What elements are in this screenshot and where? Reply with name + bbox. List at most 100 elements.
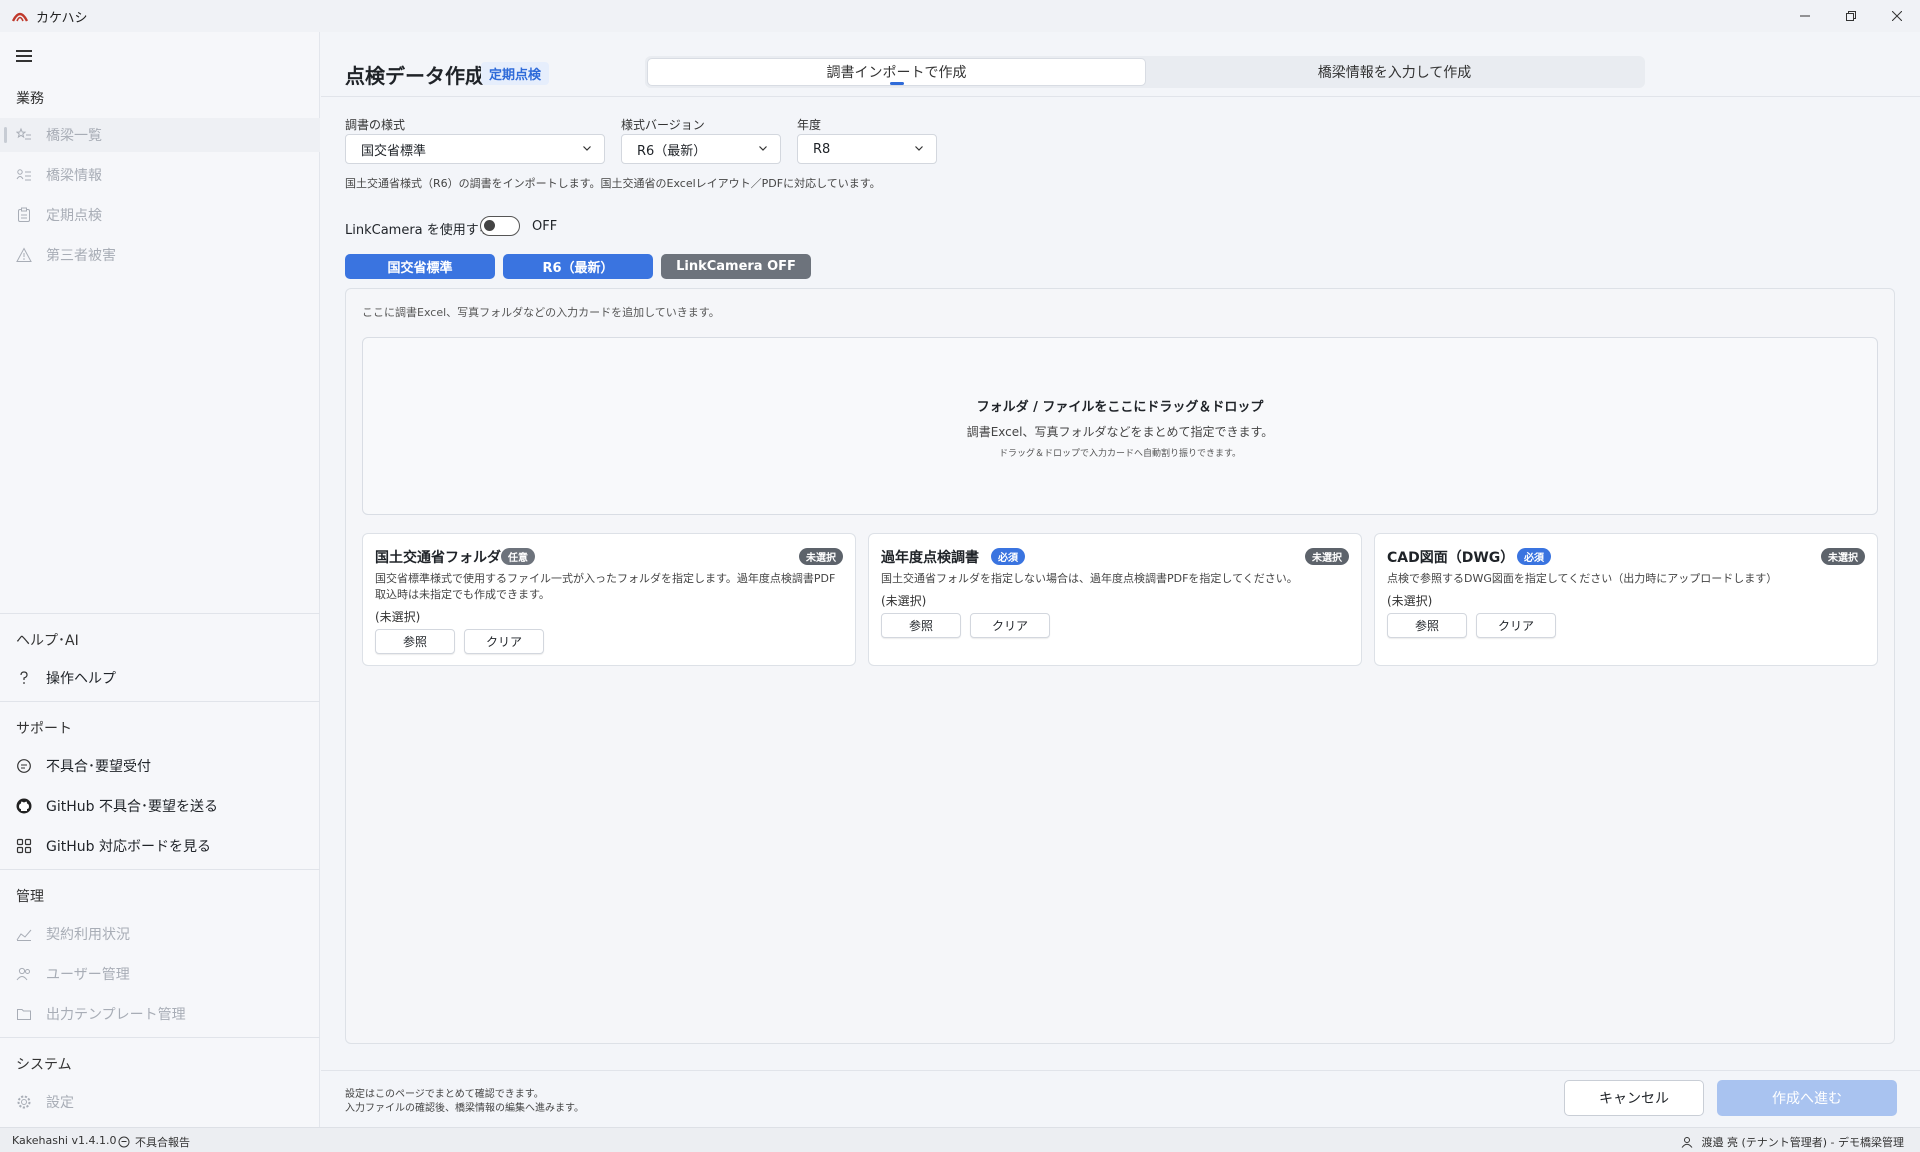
clear-button[interactable]: クリア bbox=[464, 629, 544, 654]
browse-button[interactable]: 参照 bbox=[375, 629, 455, 654]
format-select[interactable]: 国交省標準 bbox=[345, 134, 605, 164]
linkcamera-state: OFF bbox=[532, 219, 558, 234]
sidebar-divider bbox=[0, 1037, 320, 1038]
browse-button[interactable]: 参照 bbox=[1387, 613, 1467, 638]
card-selected-value: (未選択) bbox=[881, 594, 927, 608]
sidebar-item-settings[interactable]: 設定 bbox=[0, 1085, 320, 1119]
person-list-icon bbox=[16, 167, 32, 183]
clear-button[interactable]: クリア bbox=[1476, 613, 1556, 638]
question-icon bbox=[16, 670, 32, 686]
bug-report-label: 不具合報告 bbox=[135, 1136, 190, 1149]
panel-hint: ここに調書Excel、写真フォルダなどの入力カードを追加していきます。 bbox=[362, 306, 720, 319]
drop-zone-subtitle: 調書Excel、写真フォルダなどをまとめて指定できます。 bbox=[966, 425, 1274, 439]
chat-icon bbox=[118, 1136, 130, 1148]
year-select[interactable]: R8 bbox=[797, 134, 937, 164]
current-user-label: 渡邉 亮 (テナント管理者) - デモ橋梁管理 bbox=[1701, 1136, 1904, 1149]
hamburger-menu-icon[interactable] bbox=[16, 50, 32, 62]
chat-icon bbox=[16, 758, 32, 774]
bug-report-link[interactable]: 不具合報告 bbox=[118, 1134, 190, 1150]
tab-import[interactable]: 調書インポートで作成 bbox=[647, 58, 1146, 86]
card-description: 点検で参照するDWG図面を指定してください（出力時にアップロードします） bbox=[1387, 572, 1778, 585]
sidebar-item-bridge-info[interactable]: 橋梁情報 bbox=[0, 158, 320, 192]
title-bar: カケハシ bbox=[0, 0, 1920, 32]
section-title-work: 業務 bbox=[16, 91, 44, 107]
optional-badge: 任意 bbox=[501, 548, 535, 565]
star-list-icon bbox=[16, 127, 32, 143]
summary-chip-version: R6（最新） bbox=[503, 254, 653, 279]
sidebar-item-label: 橋梁一覧 bbox=[46, 128, 102, 144]
sidebar-item-label: 第三者被害 bbox=[46, 248, 116, 264]
sidebar-item-bridge-list[interactable]: 橋梁一覧 bbox=[0, 118, 320, 152]
status-bar: Kakehashi v1.4.1.0 不具合報告 渡邉 亮 (テナント管理者) … bbox=[0, 1127, 1920, 1152]
sidebar-item-label: 出力テンプレート管理 bbox=[46, 1007, 186, 1023]
chevron-down-icon bbox=[915, 146, 923, 151]
version-select[interactable]: R6（最新） bbox=[621, 134, 781, 164]
required-badge: 必須 bbox=[991, 548, 1025, 565]
status-badge: 未選択 bbox=[799, 548, 843, 565]
proceed-button[interactable]: 作成へ進む bbox=[1717, 1080, 1897, 1116]
toggle-knob bbox=[484, 220, 495, 231]
sidebar-divider bbox=[0, 613, 320, 614]
clipboard-icon bbox=[16, 207, 32, 223]
sidebar-item-third-party-damage[interactable]: 第三者被害 bbox=[0, 238, 320, 272]
sidebar-item-user-management[interactable]: ユーザー管理 bbox=[0, 957, 320, 991]
restore-icon[interactable] bbox=[1828, 0, 1874, 32]
format-label: 調書の様式 bbox=[345, 118, 406, 132]
page-tag: 定期点検 bbox=[481, 62, 550, 85]
version-select-value: R6（最新） bbox=[637, 143, 707, 159]
current-user[interactable]: 渡邉 亮 (テナント管理者) - デモ橋梁管理 bbox=[1681, 1134, 1904, 1150]
linkcamera-toggle[interactable] bbox=[480, 216, 520, 236]
browse-button[interactable]: 参照 bbox=[881, 613, 961, 638]
sidebar-item-github-send[interactable]: GitHub 不具合･要望を送る bbox=[0, 789, 320, 823]
summary-chip-linkcamera: LinkCamera OFF bbox=[661, 254, 811, 279]
sidebar-item-output-template[interactable]: 出力テンプレート管理 bbox=[0, 997, 320, 1031]
gear-icon bbox=[16, 1094, 32, 1110]
tab-manual-input[interactable]: 橋梁情報を入力して作成 bbox=[1146, 58, 1643, 86]
sidebar-item-help[interactable]: 操作ヘルプ bbox=[0, 661, 320, 695]
close-icon[interactable] bbox=[1874, 0, 1920, 32]
sidebar-divider bbox=[0, 701, 320, 702]
summary-chip-format: 国交省標準 bbox=[345, 254, 495, 279]
chevron-down-icon bbox=[759, 146, 767, 151]
sidebar-item-periodic-inspection[interactable]: 定期点検 bbox=[0, 198, 320, 232]
sidebar-item-bug-report[interactable]: 不具合･要望受付 bbox=[0, 749, 320, 783]
sidebar-item-label: GitHub 対応ボードを見る bbox=[46, 839, 211, 855]
sidebar-item-contract-usage[interactable]: 契約利用状況 bbox=[0, 917, 320, 951]
cancel-button[interactable]: キャンセル bbox=[1564, 1080, 1704, 1116]
card-title: 国土交通省フォルダ bbox=[375, 550, 501, 566]
clear-button[interactable]: クリア bbox=[970, 613, 1050, 638]
card-selected-value: (未選択) bbox=[375, 610, 421, 624]
sidebar-item-label: 定期点検 bbox=[46, 208, 102, 224]
sidebar-divider bbox=[0, 869, 320, 870]
version-label: Kakehashi v1.4.1.0 bbox=[12, 1134, 117, 1147]
section-title-support: サポート bbox=[16, 721, 72, 737]
drop-zone[interactable]: フォルダ / ファイルをここにドラッグ＆ドロップ 調書Excel、写真フォルダな… bbox=[362, 337, 1878, 515]
users-icon bbox=[16, 966, 32, 982]
input-panel: ここに調書Excel、写真フォルダなどの入力カードを追加していきます。 フォルダ… bbox=[345, 288, 1895, 1044]
status-badge: 未選択 bbox=[1305, 548, 1349, 565]
card-title: CAD図面（DWG） bbox=[1387, 550, 1515, 566]
card-description: 国土交通省フォルダを指定しない場合は、過年度点検調書PDFを指定してください。 bbox=[881, 572, 1298, 585]
drop-zone-title: フォルダ / ファイルをここにドラッグ＆ドロップ bbox=[976, 400, 1264, 415]
section-title-admin: 管理 bbox=[16, 889, 44, 905]
required-badge: 必須 bbox=[1517, 548, 1551, 565]
input-card-past-inspection: 過年度点検調書 必須 未選択 国土交通省フォルダを指定しない場合は、過年度点検調… bbox=[868, 533, 1362, 666]
chart-icon bbox=[16, 926, 32, 942]
sidebar-item-label: 不具合･要望受付 bbox=[46, 759, 151, 775]
format-hint: 国土交通省様式（R6）の調書をインポートします。国土交通省のExcelレイアウト… bbox=[345, 177, 881, 190]
format-select-value: 国交省標準 bbox=[361, 143, 427, 159]
sidebar-item-label: 操作ヘルプ bbox=[46, 671, 116, 687]
status-badge: 未選択 bbox=[1821, 548, 1865, 565]
input-card-cad-drawing: CAD図面（DWG） 必須 未選択 点検で参照するDWG図面を指定してください（… bbox=[1374, 533, 1878, 666]
sidebar-item-label: 設定 bbox=[46, 1095, 74, 1111]
input-card-mlit-folder: 国土交通省フォルダ 任意 未選択 国交省標準様式で使用するファイル一式が入ったフ… bbox=[362, 533, 856, 666]
year-label: 年度 bbox=[797, 118, 822, 132]
header-divider bbox=[321, 96, 1920, 97]
minimize-icon[interactable] bbox=[1782, 0, 1828, 32]
sidebar-item-label: 契約利用状況 bbox=[46, 927, 130, 943]
footer-divider bbox=[321, 1070, 1920, 1071]
year-select-value: R8 bbox=[813, 141, 831, 157]
sidebar-item-label: ユーザー管理 bbox=[46, 967, 130, 983]
sidebar-item-github-board[interactable]: GitHub 対応ボードを見る bbox=[0, 829, 320, 863]
chevron-down-icon bbox=[583, 146, 591, 151]
